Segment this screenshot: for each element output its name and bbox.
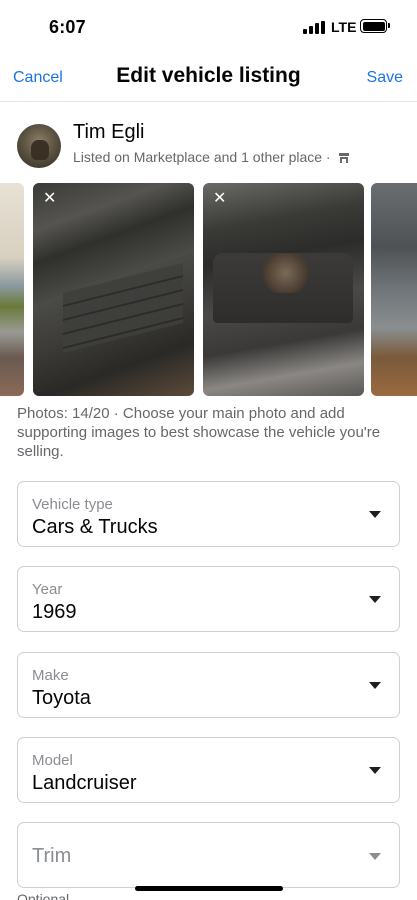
caret-down-icon [369, 511, 381, 518]
photo-content [63, 263, 183, 353]
seller-row: Tim Egli Listed on Marketplace and 1 oth… [0, 118, 417, 174]
caret-down-icon [369, 853, 381, 860]
battery-icon [360, 19, 390, 33]
vehicle-type-select[interactable]: Vehicle type Cars & Trucks [17, 481, 400, 547]
field-value: Cars & Trucks [32, 516, 158, 538]
field-value: 1969 [32, 601, 77, 623]
trim-select[interactable]: Trim [17, 822, 400, 888]
field-value: Toyota [32, 687, 91, 709]
photo-thumbnail[interactable] [371, 183, 417, 396]
model-select[interactable]: Model Landcruiser [17, 737, 400, 803]
photo-thumbnail[interactable]: ✕ [33, 183, 194, 396]
home-indicator [135, 886, 283, 891]
photo-content [258, 253, 313, 293]
listing-location-text: Listed on Marketplace and 1 other place … [73, 149, 331, 165]
caret-down-icon [369, 596, 381, 603]
network-type: LTE [331, 19, 357, 35]
save-button[interactable]: Save [367, 69, 403, 87]
photo-thumbnail[interactable] [0, 183, 24, 396]
status-time: 6:07 [49, 17, 86, 37]
remove-photo-icon[interactable]: ✕ [43, 191, 56, 207]
field-value: Landcruiser [32, 772, 137, 794]
page-title: Edit vehicle listing [116, 64, 301, 87]
caret-down-icon [369, 682, 381, 689]
field-placeholder: Trim [32, 845, 72, 867]
photo-carousel[interactable]: ✕ ✕ [0, 183, 417, 396]
listing-location: Listed on Marketplace and 1 other place … [73, 149, 350, 165]
field-label: Year [32, 581, 63, 598]
nav-header: Cancel Edit vehicle listing Save [0, 56, 417, 102]
photo-thumbnail[interactable]: ✕ [203, 183, 364, 396]
cellular-signal-icon [303, 21, 325, 34]
remove-photo-icon[interactable]: ✕ [213, 191, 226, 207]
status-bar: 6:07 LTE [0, 0, 417, 54]
caret-down-icon [369, 767, 381, 774]
field-label: Make [32, 667, 69, 684]
optional-hint: Optional [17, 891, 70, 900]
store-icon [338, 152, 350, 164]
photos-help-text: Photos: 14/20 · Choose your main photo a… [17, 405, 381, 460]
year-select[interactable]: Year 1969 [17, 566, 400, 632]
seller-name: Tim Egli [73, 121, 145, 143]
field-label: Vehicle type [32, 496, 113, 513]
field-label: Model [32, 752, 73, 769]
make-select[interactable]: Make Toyota [17, 652, 400, 718]
avatar [17, 124, 61, 168]
